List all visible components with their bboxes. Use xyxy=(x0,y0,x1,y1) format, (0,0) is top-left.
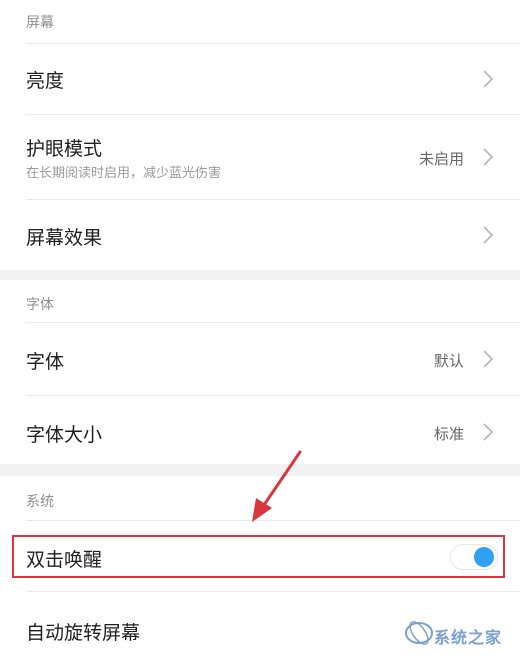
watermark: 系统之家 xyxy=(404,616,514,650)
watermark-text: 系统之家 xyxy=(434,628,503,647)
annotation-arrow-icon xyxy=(252,450,302,522)
watermark-logo-icon xyxy=(405,621,433,645)
